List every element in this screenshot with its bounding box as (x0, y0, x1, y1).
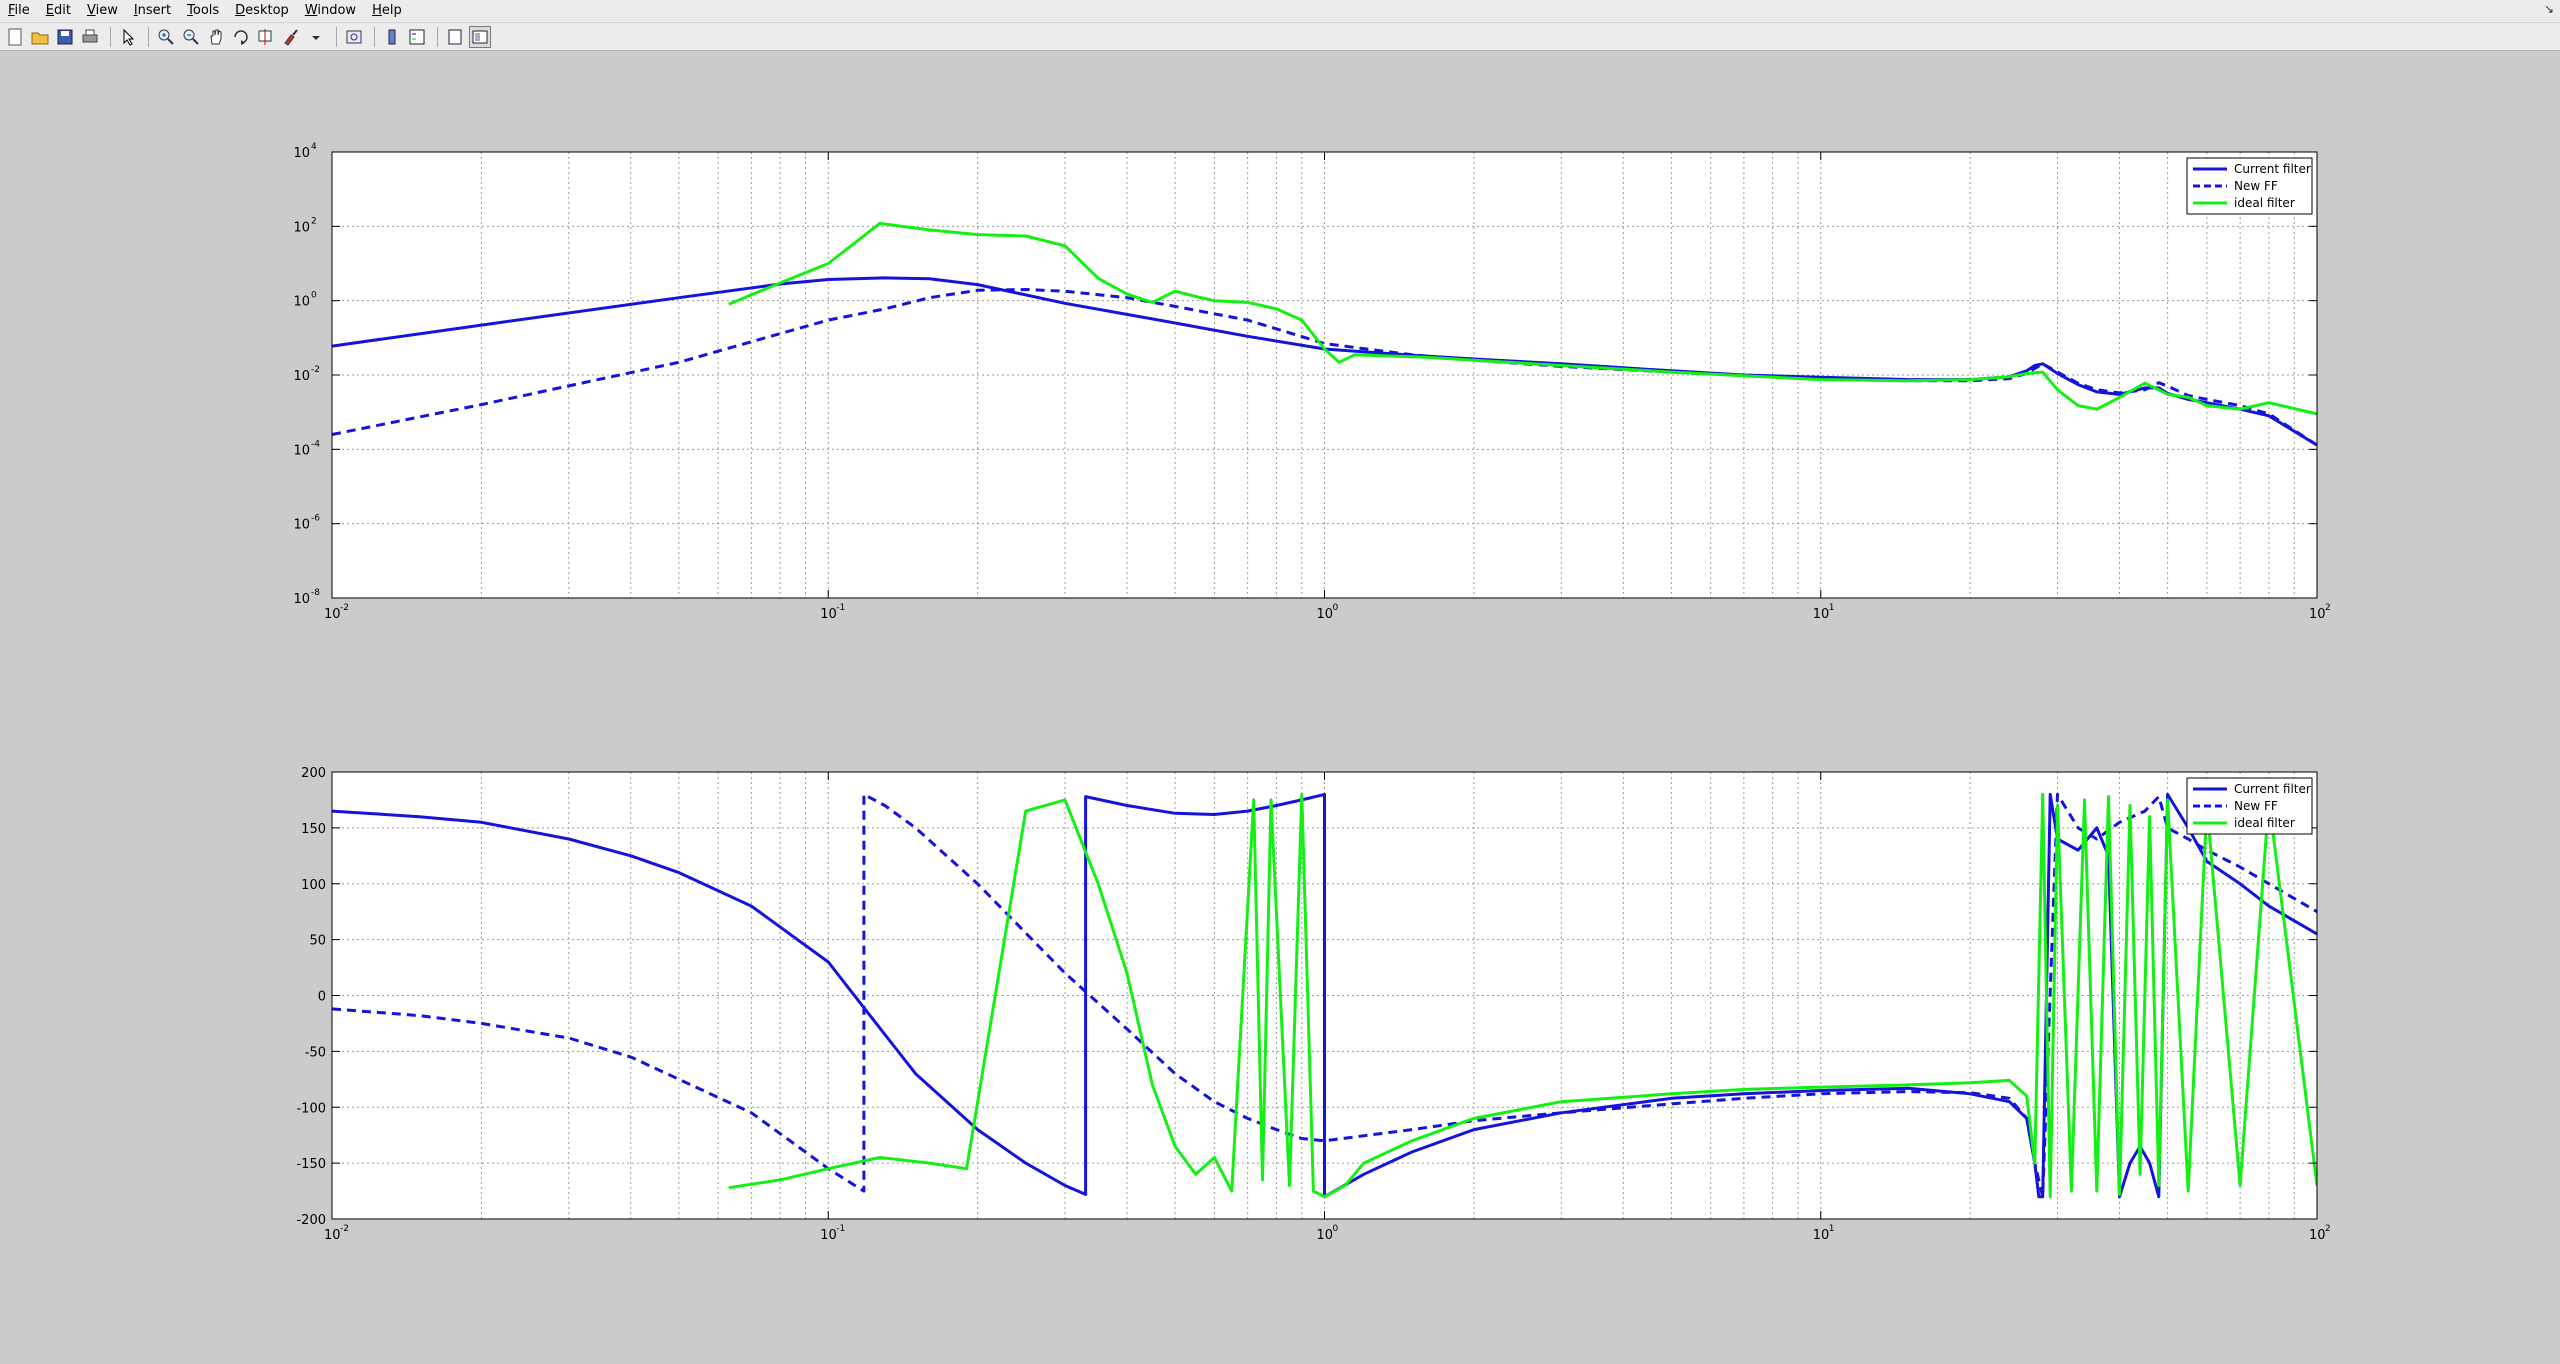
menu-desktop-accel: D (235, 3, 246, 18)
phase-xtick-label: 10 (820, 1228, 837, 1243)
figure-canvas: 10 -2 10 -1 10 0 10 1 10 2 10 -8 10 -6 10 -4 10 -2 10 0 10 2 1… (0, 52, 2560, 1364)
pan-hand-icon[interactable] (205, 26, 227, 48)
zoom-out-icon[interactable] (180, 26, 202, 48)
phase-ytick-label: 50 (309, 934, 326, 949)
toolbar-separator (437, 26, 438, 47)
save-icon[interactable] (54, 26, 76, 48)
phase-legend[interactable]: Current filter New FF ideal filter (2186, 777, 2313, 835)
toolbar-separator (148, 26, 149, 47)
hide-plot-tools-icon[interactable] (444, 26, 466, 48)
menu-view-rest: iew (95, 3, 118, 18)
print-icon[interactable] (79, 26, 101, 48)
colorbar-icon[interactable] (381, 26, 403, 48)
menu-help[interactable]: Help (364, 0, 410, 22)
toolbar-separator (374, 26, 375, 47)
menu-bar: File Edit View Insert Tools Desktop Wind… (0, 0, 2560, 23)
menu-tools[interactable]: Tools (179, 0, 227, 22)
dock-figure-icon[interactable]: ↘ (2544, 2, 2554, 16)
legend-icon[interactable] (406, 26, 428, 48)
menu-edit[interactable]: Edit (38, 0, 79, 22)
menu-file[interactable]: File (0, 0, 38, 22)
link-plot-icon[interactable] (343, 26, 365, 48)
menu-window-rest: indow (317, 3, 357, 18)
phase-legend-label: New FF (2234, 799, 2278, 813)
phase-legend-label: Current filter (2234, 782, 2311, 796)
phase-xtick-exp: -1 (836, 1224, 845, 1234)
phase-ytick-label: -100 (296, 1101, 326, 1116)
menu-insert[interactable]: Insert (126, 0, 179, 22)
phase-xtick-label: 10 (1317, 1228, 1334, 1243)
menu-window[interactable]: Window (297, 0, 364, 22)
edit-plot-arrow-icon[interactable] (117, 26, 139, 48)
menu-file-rest: ile (14, 3, 30, 18)
phase-ytick-label: 100 (301, 878, 326, 893)
menu-help-accel: H (372, 3, 382, 18)
menu-desktop[interactable]: Desktop (227, 0, 297, 22)
phase-xtick-label: 10 (324, 1228, 341, 1243)
open-file-icon[interactable] (29, 26, 51, 48)
toolbar-separator (336, 26, 337, 47)
figure-toolbar (0, 23, 2560, 51)
menu-view-accel: V (86, 3, 96, 18)
brush-dropdown-icon[interactable] (305, 26, 327, 48)
phase-ytick-label: -50 (305, 1045, 326, 1060)
menu-view[interactable]: View (79, 0, 126, 22)
data-cursor-icon[interactable] (255, 26, 277, 48)
phase-ytick-label: 150 (301, 822, 326, 837)
phase-legend-label: ideal filter (2234, 816, 2295, 830)
menu-insert-rest: nsert (137, 3, 172, 18)
toolbar-separator (110, 26, 111, 47)
phase-xtick-exp: 1 (1829, 1224, 1835, 1234)
menu-edit-accel: E (45, 3, 54, 18)
menu-window-accel: W (304, 3, 318, 18)
phase-ytick-label: 0 (318, 990, 326, 1005)
phase-xtick-exp: 0 (1333, 1224, 1339, 1234)
menu-help-rest: elp (381, 3, 402, 18)
phase-ytick-label: -150 (296, 1157, 326, 1172)
menu-tools-rest: ools (192, 3, 220, 18)
new-figure-icon[interactable] (4, 26, 26, 48)
phase-xtick-label: 10 (2309, 1228, 2326, 1243)
brush-icon[interactable] (280, 26, 302, 48)
phase-axes[interactable]: 10 -2 10 -1 10 0 10 1 10 2-200-150-100-5005010015… (0, 52, 2560, 1312)
rotate-3d-icon[interactable] (230, 26, 252, 48)
phase-ytick-label: -200 (296, 1213, 326, 1228)
phase-xtick-exp: 2 (2325, 1224, 2331, 1234)
phase-xtick-exp: -2 (340, 1224, 349, 1234)
menu-edit-rest: dit (54, 3, 71, 18)
phase-ytick-label: 200 (301, 766, 326, 781)
menu-desktop-rest: esktop (245, 3, 289, 18)
zoom-in-icon[interactable] (155, 26, 177, 48)
show-plot-tools-icon[interactable] (469, 25, 491, 48)
phase-xtick-label: 10 (1813, 1228, 1830, 1243)
